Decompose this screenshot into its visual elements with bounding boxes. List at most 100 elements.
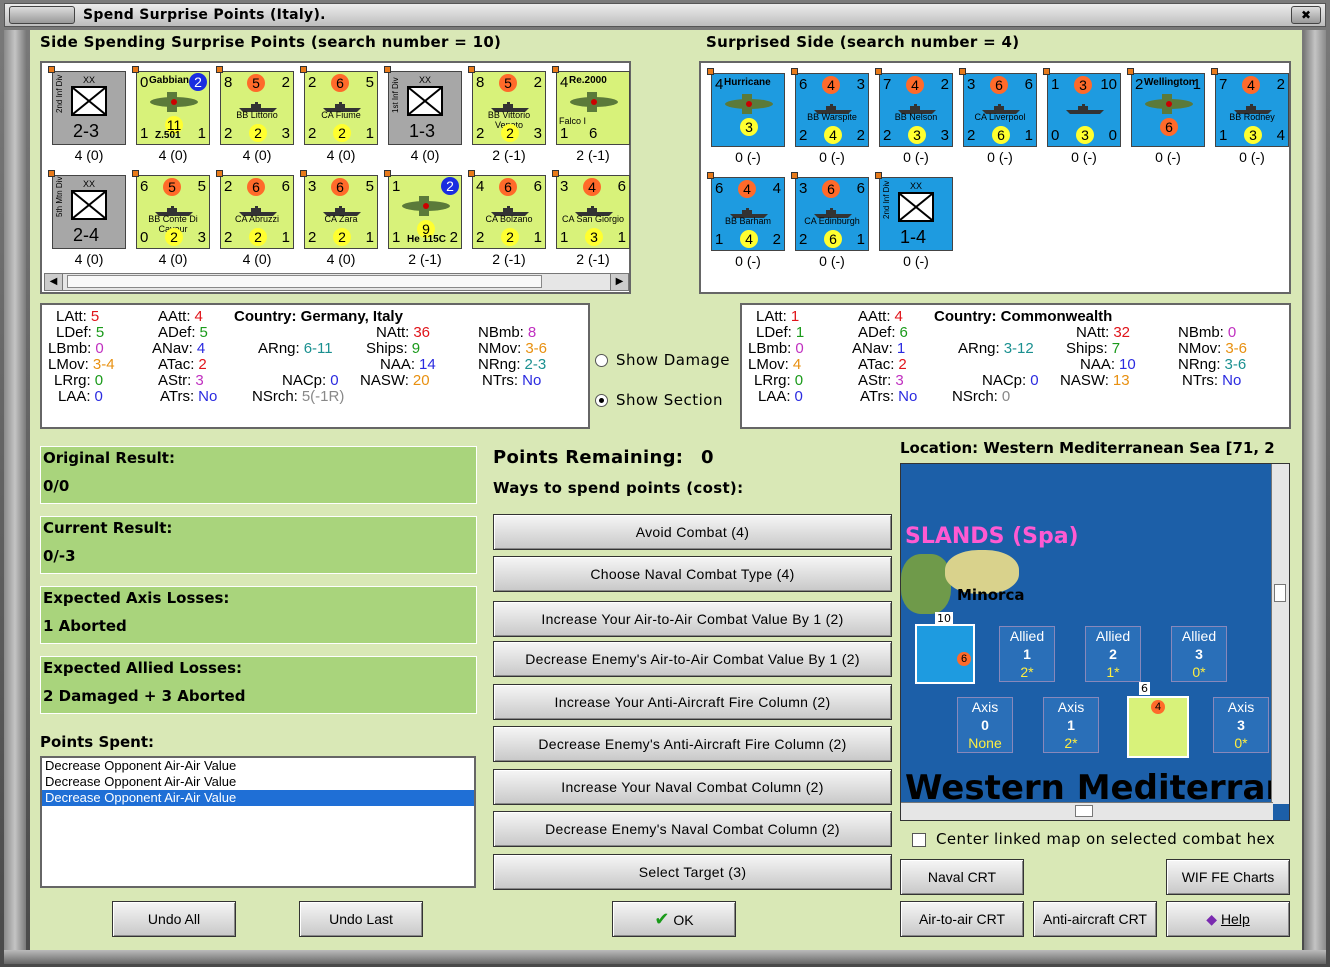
- air-top-left-value: 2: [1135, 76, 1144, 93]
- allied-unit-counter[interactable]: 6 4 4 BB Barham 1 4 2: [707, 172, 785, 251]
- map-vscroll-thumb[interactable]: [1274, 584, 1286, 602]
- stat-value: 14: [419, 356, 436, 373]
- axis-unit-counter[interactable]: 8 5 2 BB Littorio 2 2 3: [216, 66, 294, 145]
- scroll-right-icon[interactable]: ▶: [610, 274, 628, 290]
- mini-map[interactable]: SLANDS (Spa) Minorca 10 6 6 4 Allied 1 2* A…: [900, 463, 1290, 821]
- spend-option-button[interactable]: Avoid Combat (4): [493, 514, 892, 550]
- ship-silhouette-icon: [239, 100, 277, 112]
- allied-unit-counter[interactable]: 3 6 6 CA Edinburgh 2 6 1: [791, 172, 869, 251]
- help-button[interactable]: ◆ Help: [1166, 901, 1290, 937]
- allied-hex-box[interactable]: Allied 1 2*: [999, 626, 1055, 682]
- spend-option-button[interactable]: Decrease Enemy's Anti-Aircraft Fire Colu…: [493, 726, 892, 762]
- ship-combat-circle: 6: [822, 180, 840, 198]
- axis-losses-label: Expected Axis Losses:: [43, 589, 230, 607]
- original-result-label: Original Result:: [43, 449, 175, 467]
- axis-unit-counter[interactable]: 3 6 5 CA Zara 2 2 1: [300, 170, 378, 249]
- map-hscrollbar[interactable]: [901, 802, 1273, 820]
- axis-hex-box[interactable]: Axis 0 None: [957, 697, 1013, 753]
- ok-button[interactable]: ✔ OK: [612, 901, 736, 937]
- stat-latt: LAtt: 5: [56, 309, 99, 325]
- close-button[interactable]: ✖: [1291, 6, 1321, 24]
- spend-option-button[interactable]: Choose Naval Combat Type (4): [493, 556, 892, 592]
- axis-unit-status: 2 (-1): [492, 251, 526, 267]
- axis-hex-box[interactable]: Axis 3 0*: [1213, 697, 1269, 753]
- stat-label: LAtt:: [56, 308, 87, 325]
- allied-hex-box[interactable]: Allied 2 1*: [1085, 626, 1141, 682]
- allied-unit-counter[interactable]: 7 4 2 BB Nelson 2 3 3: [875, 68, 953, 147]
- scroll-thumb[interactable]: [67, 275, 542, 288]
- allied-unit-counter[interactable]: 7 4 2 BB Rodney 1 3 4: [1211, 68, 1289, 147]
- ship-top-left-value: 6: [715, 180, 724, 197]
- points-spent-list[interactable]: Decrease Opponent Air-Air Value Decrease…: [40, 756, 476, 888]
- axis-unit-counter[interactable]: 1 2 9 He 115C 1 2: [384, 170, 462, 249]
- undo-all-button[interactable]: Undo All: [112, 901, 236, 937]
- axis-unit-counter[interactable]: 2 6 5 CA Fiume 2 2 1: [300, 66, 378, 145]
- ship-silhouette-icon: [239, 204, 277, 216]
- map-hscroll-thumb[interactable]: [1075, 805, 1093, 817]
- allied-unit-counter[interactable]: 3 6 6 CA Liverpool 2 6 1: [959, 68, 1037, 147]
- system-menu-button[interactable]: [9, 6, 75, 24]
- allied-stats-panel: LAtt: 1 LDef: 1 LBmb: 0 LMov: 4 LRrg: 0 LAA: 0 AAtt:…: [740, 303, 1291, 429]
- ship-silhouette-icon: [1234, 102, 1272, 114]
- spend-option-button[interactable]: Increase Your Naval Combat Column (2): [493, 769, 892, 805]
- undo-last-button[interactable]: Undo Last: [299, 901, 423, 937]
- stat-value: 1: [795, 324, 805, 341]
- original-result-box: Original Result: 0/0: [40, 446, 477, 504]
- ship-bottom-circle: 6: [992, 126, 1010, 144]
- naval-crt-button[interactable]: Naval CRT: [900, 859, 1024, 895]
- stat-value: 10: [1119, 356, 1136, 373]
- allied-unit-counter[interactable]: 2nd Inf Div XX 1-4: [875, 172, 953, 251]
- axis-unit-counter[interactable]: 1st Inf Div XX 1-3: [384, 66, 462, 145]
- stat-atac: ATac: 2: [158, 357, 207, 373]
- stat-value: No: [522, 372, 542, 389]
- list-item[interactable]: Decrease Opponent Air-Air Value: [42, 774, 474, 790]
- map-vscrollbar[interactable]: [1271, 464, 1289, 804]
- allied-unit-counter[interactable]: 4 Hurricane 3: [707, 68, 785, 147]
- axis-unit-counter[interactable]: 2 6 6 CA Abruzzi 2 2 1: [216, 170, 294, 249]
- ship-bottom-right-value: 3: [940, 127, 949, 144]
- axis-unit-counter[interactable]: 5th Mtn Div XX 2-4: [48, 170, 126, 249]
- spend-option-button[interactable]: Increase Your Air-to-Air Combat Value By…: [493, 601, 892, 637]
- ship-bottom-left-value: 2: [476, 125, 485, 142]
- allied-unit-counter[interactable]: 1 3 10 0 3 0: [1043, 68, 1121, 147]
- list-item-selected[interactable]: Decrease Opponent Air-Air Value: [42, 790, 474, 806]
- wif-charts-button[interactable]: WIF FE Charts: [1166, 859, 1290, 895]
- ship-top-right-value: 5: [365, 74, 374, 91]
- allied-hex-box[interactable]: Allied 3 0*: [1171, 626, 1227, 682]
- spend-option-button[interactable]: Select Target (3): [493, 854, 892, 890]
- ship-bottom-right-value: 1: [533, 229, 542, 246]
- show-damage-label: Show Damage: [616, 351, 731, 369]
- air-top-left-value: 0: [140, 74, 149, 91]
- axis-units-scrollbar[interactable]: ◀ ▶: [44, 273, 629, 291]
- spend-option-button[interactable]: Decrease Enemy's Naval Combat Column (2): [493, 811, 892, 847]
- axis-unit-counter[interactable]: 4 6 6 CA Bolzano 2 2 1: [468, 170, 546, 249]
- anti-aircraft-crt-button[interactable]: Anti-aircraft CRT: [1033, 901, 1157, 937]
- map-san-giorgio-counter[interactable]: 4: [1127, 696, 1189, 758]
- stat-value: 20: [412, 372, 430, 389]
- list-item[interactable]: Decrease Opponent Air-Air Value: [42, 758, 474, 774]
- axis-unit-counter[interactable]: 852BB Vittorio Veneto223: [468, 66, 546, 145]
- show-section-radio[interactable]: [595, 394, 608, 407]
- spend-option-button[interactable]: Decrease Enemy's Air-to-Air Combat Value…: [493, 641, 892, 677]
- spend-option-button[interactable]: Increase Your Anti-Aircraft Fire Column …: [493, 684, 892, 720]
- axis-unit-counter[interactable]: 0 Gabbiano 2 11 Z.501 1 1: [132, 66, 210, 145]
- axis-losses-box: Expected Axis Losses: 1 Aborted: [40, 586, 477, 644]
- axis-unit-counter[interactable]: 2nd Inf Div XX 2-3: [48, 66, 126, 145]
- ship-top-left-value: 8: [224, 74, 233, 91]
- scroll-left-icon[interactable]: ◀: [45, 274, 63, 290]
- stat-label: ANav:: [852, 340, 893, 357]
- air-to-air-crt-button[interactable]: Air-to-air CRT: [900, 901, 1024, 937]
- axis-unit-counter[interactable]: 4 Re.2000 Falco I16: [552, 66, 630, 145]
- axis-hex-box[interactable]: Axis 1 2*: [1043, 697, 1099, 753]
- map-wellington-counter[interactable]: 6: [915, 624, 975, 684]
- allied-unit-counter[interactable]: 2 Wellington 1 6: [1127, 68, 1205, 147]
- ship-top-right-value: 2: [1276, 76, 1285, 93]
- axis-unit-counter[interactable]: 3 4 6 CA San Giorgio 1 3 1: [552, 170, 630, 249]
- ship-bottom-left-value: 2: [883, 127, 892, 144]
- center-linked-checkbox[interactable]: [912, 833, 926, 847]
- stat-label: NRng:: [1178, 356, 1221, 373]
- axis-unit-counter[interactable]: 655BB Conte Di Cavour023: [132, 170, 210, 249]
- show-damage-radio[interactable]: [595, 354, 608, 367]
- allied-unit-counter[interactable]: 6 4 3 BB Warspite 2 4 2: [791, 68, 869, 147]
- ship-bottom-circle: 3: [585, 228, 603, 246]
